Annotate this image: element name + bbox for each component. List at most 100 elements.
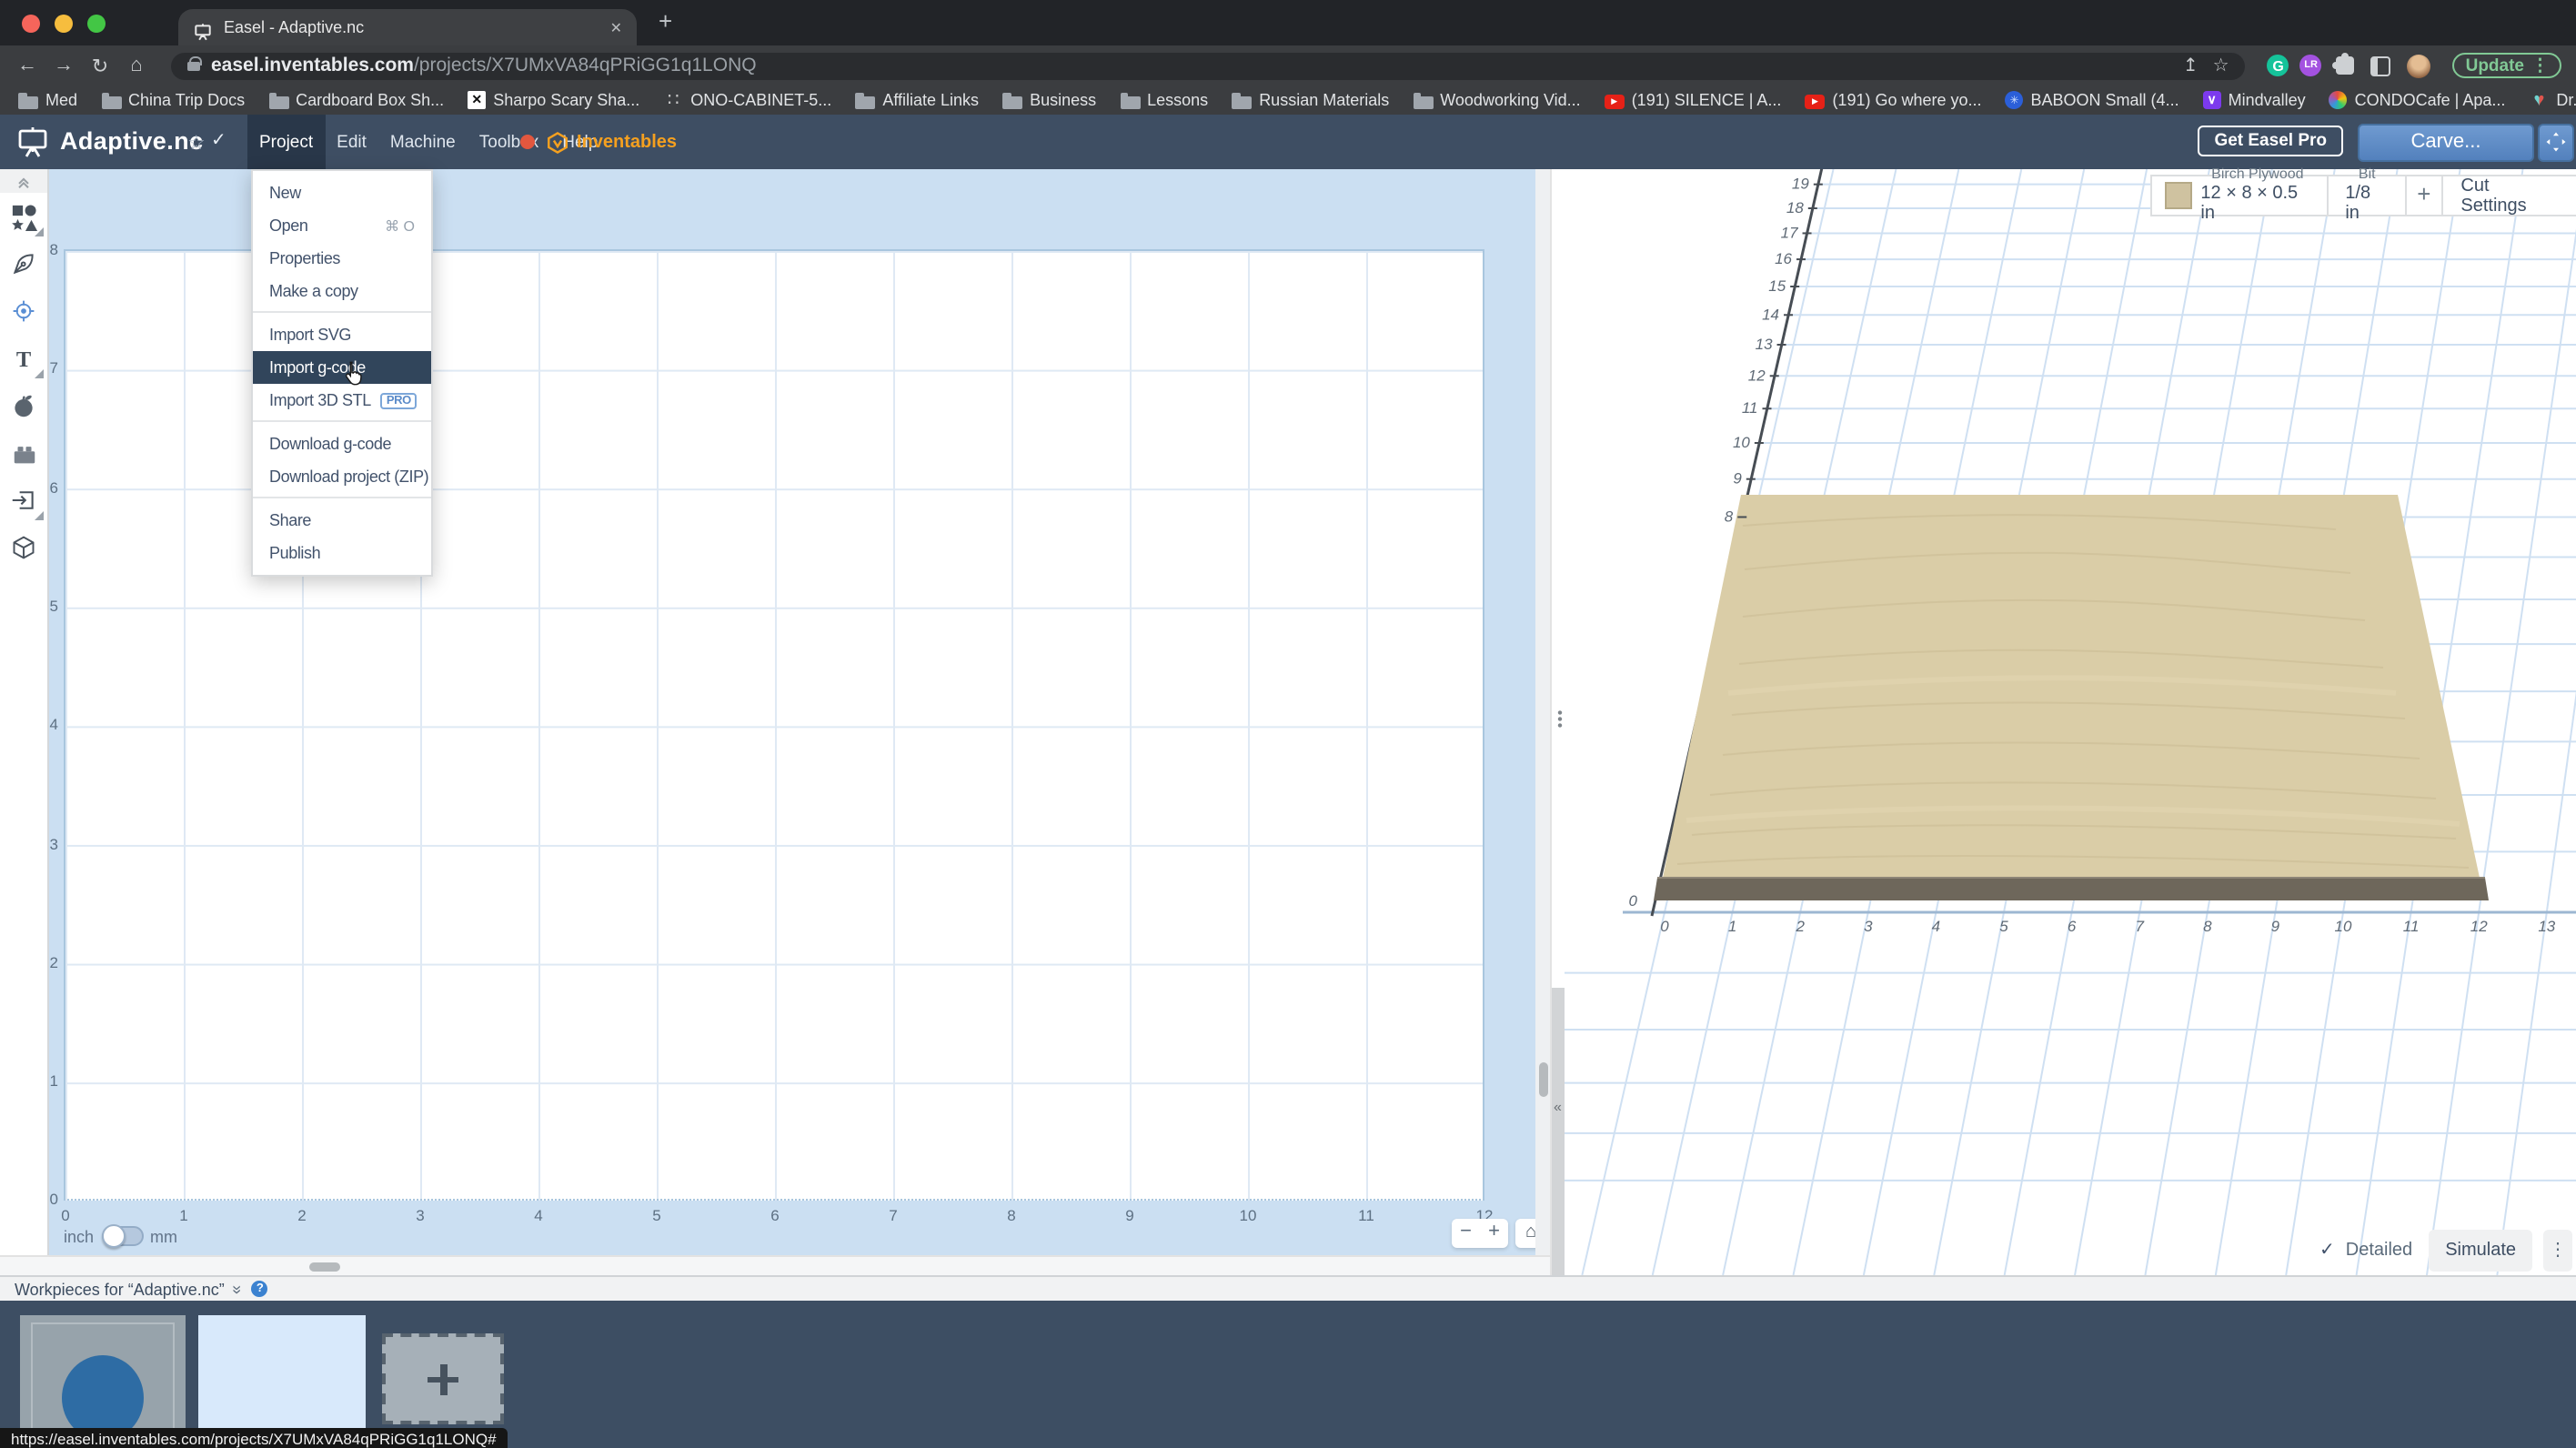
svg-text:12: 12: [1748, 367, 1766, 384]
bookmark-item[interactable]: Affiliate Links: [855, 91, 979, 109]
workpieces-collapse-icon[interactable]: »: [229, 1284, 247, 1293]
side-panel-icon[interactable]: [2371, 55, 2391, 75]
window-zoom-button[interactable]: [87, 14, 106, 32]
bookmark-item[interactable]: BABOON Small (4...: [2006, 91, 2179, 109]
new-tab-button[interactable]: +: [659, 7, 672, 35]
add-workpiece-button[interactable]: [382, 1333, 504, 1424]
h-scroll-thumb[interactable]: [309, 1262, 340, 1272]
units-toggle[interactable]: [101, 1226, 143, 1246]
home-icon[interactable]: ⌂: [124, 55, 149, 76]
bookmark-item[interactable]: Mindvalley: [2203, 91, 2306, 109]
zoom-out-button[interactable]: −: [1452, 1219, 1480, 1248]
chrome-update-button[interactable]: Update ⋮: [2453, 53, 2561, 78]
material-section[interactable]: Birch Plywood 12 × 8 × 0.5 in: [2152, 176, 2327, 215]
project-menu-item[interactable]: Download g-code: [253, 427, 431, 460]
share-icon[interactable]: ↥: [2183, 55, 2199, 75]
bookmark-star-icon[interactable]: ☆: [2213, 55, 2229, 75]
back-icon[interactable]: ←: [15, 55, 40, 76]
zoom-in-button[interactable]: +: [1480, 1219, 1508, 1248]
reload-icon[interactable]: ↻: [87, 54, 113, 77]
project-menu-item[interactable]: Properties: [253, 242, 431, 275]
add-bit-button[interactable]: +: [2405, 176, 2440, 215]
forward-icon[interactable]: →: [51, 55, 76, 76]
detailed-label[interactable]: Detailed: [2346, 1241, 2412, 1261]
tab-close-icon[interactable]: ✕: [610, 19, 622, 35]
inventables-brand[interactable]: Inventables: [546, 115, 677, 169]
grammarly-extension-icon[interactable]: G: [2268, 55, 2289, 76]
ruler-x-tick: 11: [1348, 1206, 1384, 1224]
origin-tool-button[interactable]: [0, 287, 47, 335]
3d-view-button[interactable]: [0, 524, 47, 571]
bookmark-item[interactable]: Med: [18, 91, 77, 109]
collapse-panel-icon[interactable]: «: [1554, 1099, 1562, 1115]
address-bar[interactable]: easel.inventables.com/projects/X7UMxVA84…: [171, 52, 2246, 79]
svg-text:0: 0: [1660, 918, 1669, 935]
extensions-puzzle-icon[interactable]: [2337, 56, 2355, 75]
favorite-star-icon[interactable]: ☆: [187, 131, 206, 155]
svg-text:9: 9: [2271, 918, 2280, 935]
window-minimize-button[interactable]: [55, 14, 73, 32]
project-menu-item[interactable]: Make a copy: [253, 275, 431, 307]
window-close-button[interactable]: [22, 14, 40, 32]
projects-brick-button[interactable]: [0, 429, 47, 477]
bookmark-item[interactable]: Sharpo Scary Sha...: [468, 91, 639, 109]
menu-item[interactable]: Machine: [378, 115, 468, 169]
svg-text:11: 11: [1742, 399, 1758, 417]
bookmark-item[interactable]: Business: [1002, 91, 1096, 109]
project-menu-item[interactable]: Share: [253, 504, 431, 537]
bookmark-item[interactable]: Russian Materials: [1232, 91, 1389, 109]
jog-machine-button[interactable]: [2538, 123, 2574, 161]
menu-item[interactable]: Edit: [325, 115, 378, 169]
bookmark-label: (191) SILENCE | A...: [1632, 91, 1782, 109]
bit-section[interactable]: Bit 1/8 in: [2327, 176, 2405, 215]
menu-item[interactable]: Toolbox: [468, 115, 551, 169]
project-menu-item[interactable]: Import 3D STL PRO: [253, 384, 431, 417]
horizontal-scrollbar[interactable]: [0, 1255, 1550, 1275]
svg-text:10: 10: [2335, 918, 2352, 935]
project-menu-item[interactable]: Download project (ZIP): [253, 460, 431, 493]
browser-tab[interactable]: Easel - Adaptive.nc ✕: [178, 9, 637, 45]
clipart-library-button[interactable]: [0, 382, 47, 429]
svg-text:5: 5: [1999, 918, 2008, 935]
carve-button[interactable]: Carve...: [2358, 123, 2534, 161]
svg-text:6: 6: [2068, 918, 2077, 935]
menu-item-label: Make a copy: [269, 282, 358, 300]
bookmark-label: Dr. Guy Rowinski...: [2556, 91, 2576, 109]
bookmark-item[interactable]: Woodworking Vid...: [1413, 91, 1580, 109]
vertical-scrollbar[interactable]: [1535, 169, 1550, 1255]
project-menu-item[interactable]: Open ⌘ O: [253, 209, 431, 242]
bookmark-item[interactable]: ONO-CABINET-5...: [663, 91, 831, 109]
browser-menu-icon[interactable]: ⋮: [2531, 55, 2549, 75]
detailed-check-icon[interactable]: ✓: [2319, 1241, 2335, 1261]
material-dimensions: 12 × 8 × 0.5 in: [2200, 184, 2314, 224]
divider-drag-handle[interactable]: [1556, 709, 1562, 728]
saved-check-icon: ✓: [211, 131, 226, 151]
shapes-tool-button[interactable]: [0, 193, 47, 240]
toolbar-collapse-button[interactable]: [0, 169, 47, 193]
help-icon[interactable]: ?: [252, 1281, 268, 1297]
preview-menu-button[interactable]: ⋮: [2543, 1230, 2572, 1272]
url-text[interactable]: easel.inventables.com/projects/X7UMxVA84…: [211, 55, 2168, 76]
preview-3d-panel[interactable]: 0123456789101112138910111213141516171819…: [1550, 169, 2576, 1275]
project-menu-item[interactable]: Publish: [253, 537, 431, 569]
bookmark-label: Mindvalley: [2229, 91, 2306, 109]
bookmark-item[interactable]: (191) SILENCE | A...: [1605, 91, 1782, 109]
cut-settings-button[interactable]: Cut Settings: [2440, 176, 2576, 215]
menu-item[interactable]: Project: [247, 115, 325, 169]
bookmark-item[interactable]: CONDOCafe | Apa...: [2329, 91, 2506, 109]
v-scroll-thumb[interactable]: [1538, 1062, 1547, 1097]
bookmark-item[interactable]: (191) Go where yo...: [1805, 91, 1981, 109]
svg-text:7: 7: [2135, 918, 2144, 935]
toggle-knob[interactable]: [101, 1224, 125, 1248]
profile-avatar[interactable]: [2408, 54, 2431, 77]
bookmark-item[interactable]: China Trip Docs: [101, 91, 245, 109]
bookmark-item[interactable]: Cardboard Box Sh...: [268, 91, 444, 109]
bookmark-item[interactable]: Lessons: [1120, 91, 1208, 109]
get-easel-pro-button[interactable]: Get Easel Pro: [2198, 126, 2343, 156]
language-reactor-extension-icon[interactable]: LR: [2300, 55, 2322, 76]
project-menu-item[interactable]: New: [253, 176, 431, 209]
simulate-button[interactable]: Simulate: [2429, 1230, 2532, 1272]
project-menu-item[interactable]: Import SVG: [253, 318, 431, 351]
bookmark-item[interactable]: Dr. Guy Rowinski...: [2529, 91, 2576, 109]
panel-divider[interactable]: «: [1550, 169, 1565, 1275]
